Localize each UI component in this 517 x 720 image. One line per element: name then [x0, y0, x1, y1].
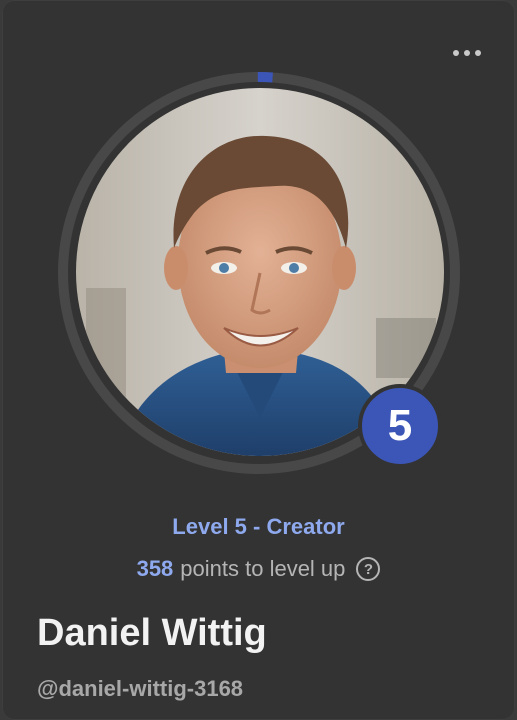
- profile-name: Daniel Wittig: [37, 612, 267, 654]
- question-circle-icon[interactable]: ?: [356, 557, 381, 581]
- points-label: points to level up: [180, 556, 346, 581]
- more-options-button[interactable]: [453, 50, 481, 56]
- more-horizontal-icon: [453, 50, 459, 56]
- points-to-level-up: 358 points to level up ?: [0, 556, 517, 582]
- points-count: 358: [136, 556, 174, 581]
- level-title: Level 5 - Creator: [172, 514, 345, 539]
- profile-handle[interactable]: @daniel-wittig-3168: [37, 676, 243, 702]
- level-badge: 5: [358, 384, 442, 468]
